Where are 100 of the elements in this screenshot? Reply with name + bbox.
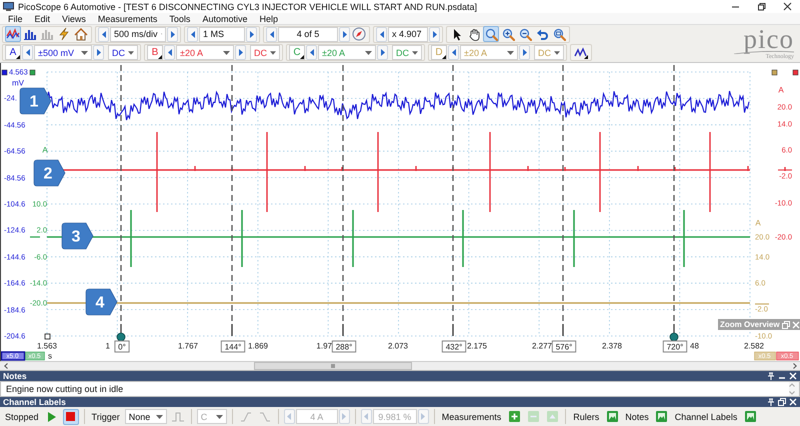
decrease-button[interactable] bbox=[266, 26, 277, 42]
range-dropdown[interactable]: ±20 A bbox=[318, 45, 376, 60]
menu-item[interactable]: Tools bbox=[163, 14, 196, 24]
menu-item[interactable]: Measurements bbox=[92, 14, 164, 24]
lightning-icon bbox=[58, 27, 70, 42]
increase-button[interactable] bbox=[339, 26, 350, 42]
left-arrow-icon bbox=[287, 413, 292, 420]
pre-trigger-field[interactable]: 9.981 % bbox=[372, 409, 417, 424]
decrease-button[interactable] bbox=[187, 26, 198, 42]
add-measurement-button[interactable] bbox=[506, 408, 522, 424]
picture-frame-icon bbox=[744, 411, 756, 422]
increase-button[interactable] bbox=[429, 26, 440, 42]
channel-button[interactable]: A bbox=[5, 45, 21, 60]
right-arrow-icon bbox=[250, 30, 254, 38]
decrease-button[interactable] bbox=[448, 45, 459, 60]
ruler-line[interactable] bbox=[342, 65, 344, 336]
hand-icon bbox=[468, 28, 480, 41]
close-button[interactable] bbox=[789, 372, 797, 380]
scale-handle[interactable] bbox=[772, 70, 778, 76]
increase-button[interactable] bbox=[377, 45, 388, 60]
menu-item[interactable]: File bbox=[2, 14, 29, 24]
ruler-line[interactable] bbox=[116, 65, 126, 342]
decrease-button[interactable] bbox=[306, 45, 317, 60]
ruler-line[interactable] bbox=[562, 65, 564, 336]
channel-button[interactable]: C bbox=[289, 45, 305, 60]
threshold-field[interactable]: 4 A bbox=[296, 409, 338, 424]
range-dropdown[interactable]: ±20 A bbox=[460, 45, 518, 60]
trigger-mode-dropdown[interactable]: None bbox=[124, 409, 167, 424]
stop-button[interactable] bbox=[62, 408, 79, 424]
scroll-thumb[interactable] bbox=[254, 362, 412, 370]
increase-button[interactable] bbox=[167, 26, 178, 42]
picture-frame-icon bbox=[656, 411, 668, 422]
trigger-marker[interactable] bbox=[44, 334, 50, 340]
decrease-button[interactable] bbox=[376, 26, 387, 42]
scope-button[interactable] bbox=[5, 26, 21, 42]
axis-unit: A bbox=[42, 146, 48, 154]
decrease-button[interactable] bbox=[164, 45, 175, 60]
increase-button[interactable] bbox=[93, 45, 104, 60]
panel-toggle-button[interactable] bbox=[654, 408, 670, 424]
time-label: 48 bbox=[690, 342, 699, 350]
scale-handle[interactable] bbox=[2, 70, 8, 76]
home-button[interactable] bbox=[73, 26, 89, 42]
decrease-button[interactable] bbox=[22, 45, 33, 60]
ruler-label: 576° bbox=[552, 340, 576, 352]
measure-button[interactable] bbox=[351, 26, 367, 42]
increase-button[interactable] bbox=[246, 26, 257, 42]
restore-button[interactable] bbox=[778, 398, 786, 406]
zoom-out-button[interactable] bbox=[517, 26, 533, 42]
caret-icon bbox=[223, 50, 230, 55]
decrease-button[interactable] bbox=[98, 26, 109, 42]
menu-item[interactable]: Automotive bbox=[196, 14, 254, 24]
zoom-in-button[interactable] bbox=[500, 26, 516, 42]
pin-button[interactable] bbox=[767, 372, 775, 380]
ruler-line[interactable] bbox=[231, 65, 233, 336]
time-label: 1.869 bbox=[248, 342, 268, 350]
caret-icon bbox=[216, 414, 223, 418]
left-arrow-icon bbox=[270, 30, 274, 38]
panel-toggle-button[interactable] bbox=[604, 408, 620, 424]
caret-icon bbox=[128, 50, 134, 55]
caret-icon bbox=[81, 50, 88, 55]
zoom-button[interactable] bbox=[483, 26, 499, 42]
zoom-factor-field[interactable]: x 4.907 bbox=[388, 26, 428, 42]
ruler-line[interactable] bbox=[452, 65, 454, 336]
coupling-dropdown[interactable]: DC bbox=[108, 45, 138, 60]
timebase-dropdown[interactable]: 500 ms/div bbox=[110, 26, 166, 42]
magnifier-icon bbox=[484, 28, 498, 41]
play-icon bbox=[48, 412, 56, 422]
increase-button[interactable] bbox=[519, 45, 530, 60]
toggle-label: Channel Labels bbox=[674, 412, 738, 422]
panel-toggle-button[interactable] bbox=[742, 408, 758, 424]
left-arrow-icon bbox=[452, 49, 456, 56]
scale-handle[interactable] bbox=[792, 70, 798, 76]
menu-item[interactable]: Views bbox=[56, 14, 92, 24]
range-dropdown[interactable]: ±500 mV bbox=[34, 45, 92, 60]
close-icon bbox=[789, 372, 797, 380]
pin-button[interactable] bbox=[767, 398, 775, 406]
bar-graph-icon bbox=[23, 28, 37, 40]
status-label: Stopped bbox=[4, 412, 40, 422]
samples-field[interactable]: 1 MS bbox=[199, 26, 245, 42]
channel-button[interactable]: D bbox=[431, 45, 447, 60]
coupling-dropdown[interactable]: DC bbox=[392, 45, 422, 60]
pointer-icon bbox=[452, 28, 462, 41]
channel-button[interactable]: B bbox=[147, 45, 163, 60]
caret-icon bbox=[554, 50, 560, 55]
notes-text: Engine now cutting out in idle bbox=[5, 383, 124, 396]
scale-handle[interactable] bbox=[30, 70, 36, 76]
left-arrow-icon bbox=[310, 49, 314, 56]
zoom-fit-button[interactable] bbox=[551, 26, 567, 42]
increase-button[interactable] bbox=[235, 45, 246, 60]
menu-item[interactable]: Edit bbox=[28, 14, 56, 24]
buffer-field[interactable]: 4 of 5 bbox=[278, 26, 338, 42]
caret-icon bbox=[270, 50, 276, 55]
close-button[interactable] bbox=[789, 398, 797, 406]
coupling-dropdown[interactable]: DC bbox=[250, 45, 280, 60]
marker-tag: 1 bbox=[20, 88, 52, 114]
range-dropdown[interactable]: ±20 A bbox=[176, 45, 234, 60]
menu-item[interactable]: Help bbox=[253, 14, 284, 24]
coupling-dropdown[interactable]: DC bbox=[534, 45, 564, 60]
ruler-line[interactable] bbox=[670, 65, 678, 342]
close-icon bbox=[792, 320, 800, 328]
